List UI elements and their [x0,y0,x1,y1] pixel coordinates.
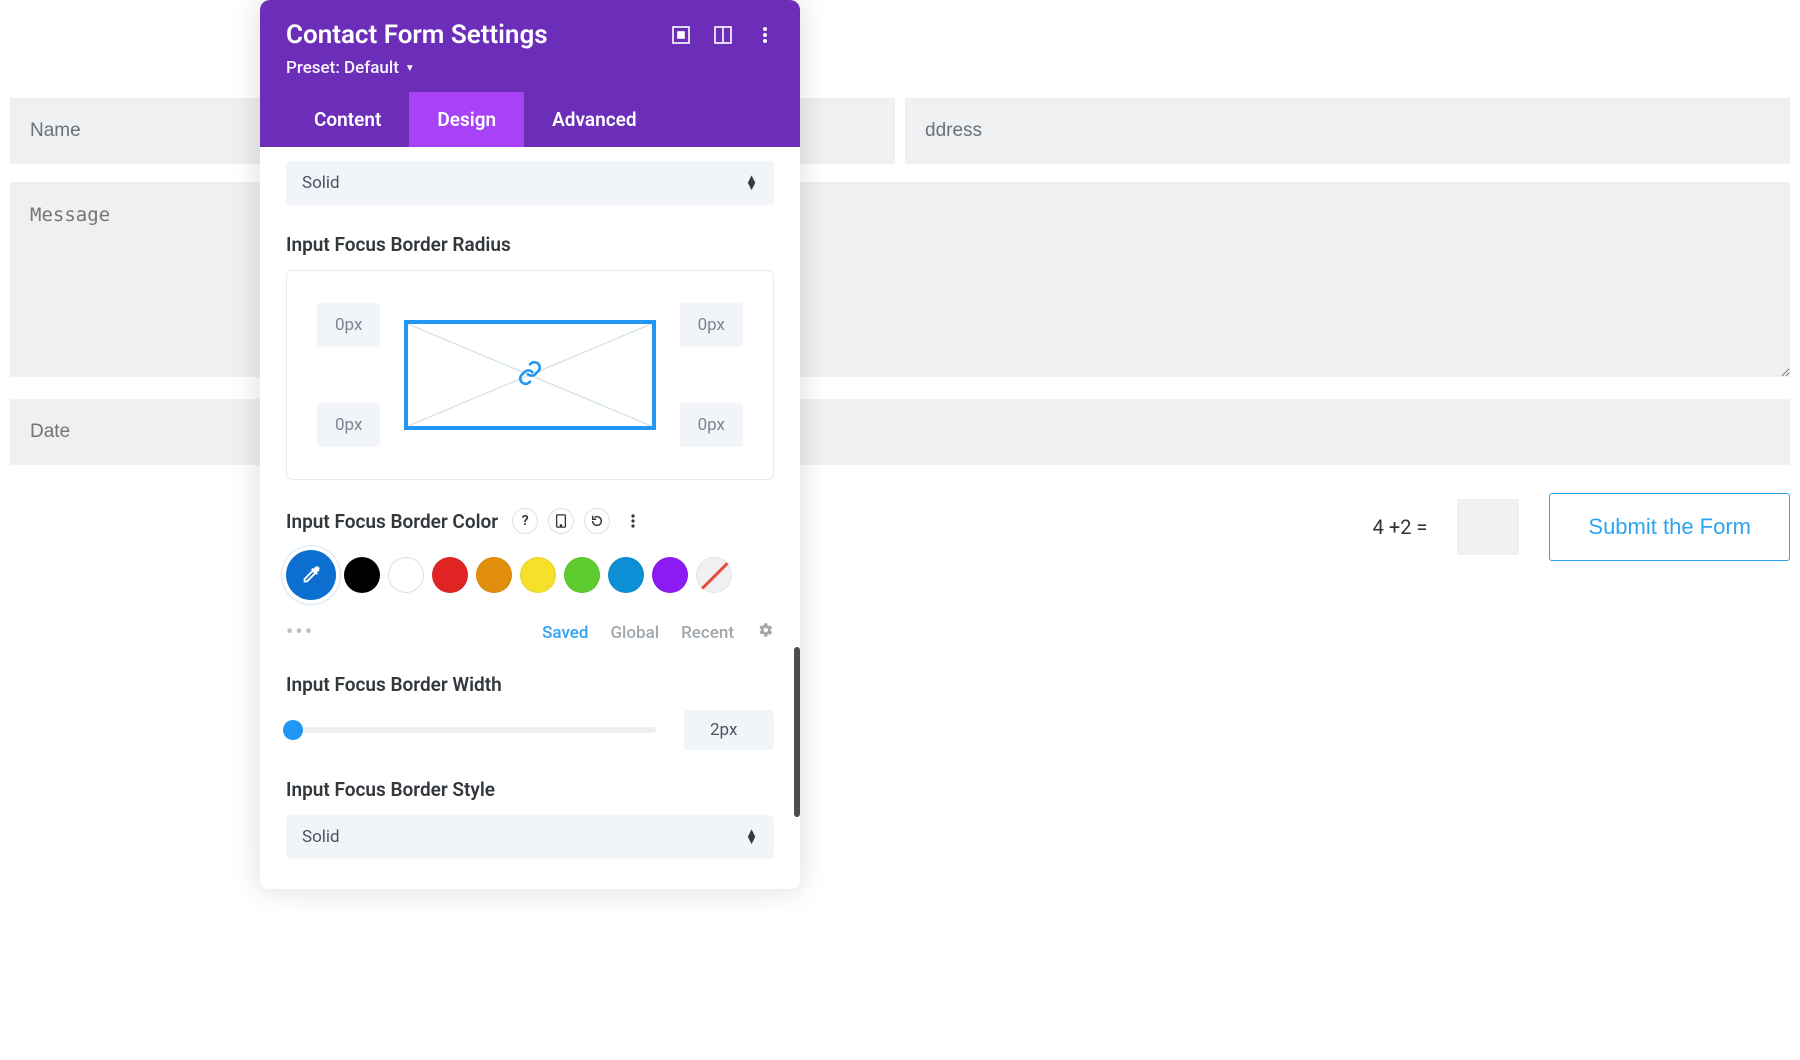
tab-design[interactable]: Design [409,92,524,147]
border-style-label: Input Focus Border Style [286,778,774,801]
scrollbar[interactable] [794,647,800,817]
more-icon[interactable] [756,26,774,44]
panel-header: Contact Form Settings Preset: Defau [260,0,800,147]
color-swatch[interactable] [476,557,512,593]
more-options-icon[interactable] [620,508,646,534]
radius-label: Input Focus Border Radius [286,233,774,256]
color-swatch[interactable] [520,557,556,593]
select-arrows-icon: ▲▼ [745,176,758,190]
eyedropper-swatch[interactable] [286,550,336,600]
border-style-select-top[interactable]: Solid ▲▼ [286,161,774,205]
color-swatch-none[interactable] [696,557,732,593]
panel-title: Contact Form Settings [286,20,548,50]
slider-thumb[interactable] [283,720,303,740]
border-radius-control: 0px 0px 0px 0px [286,270,774,480]
palette-tab-recent[interactable]: Recent [681,623,734,643]
tab-advanced[interactable]: Advanced [524,92,664,147]
radius-tr[interactable]: 0px [680,303,743,347]
tab-content[interactable]: Content [286,92,409,147]
captcha-label: 4 +2 = [1373,515,1428,539]
select-value: Solid [302,173,340,193]
radius-tl[interactable]: 0px [317,303,380,347]
settings-panel: Contact Form Settings Preset: Defau [260,0,800,889]
palette-more-icon[interactable]: ••• [286,620,314,645]
select-value: Solid [302,827,340,847]
submit-button[interactable]: Submit the Form [1549,493,1790,561]
preset-label: Preset: Default [286,58,399,78]
expand-icon[interactable] [672,26,690,44]
radius-br[interactable]: 0px [680,403,743,447]
select-arrows-icon: ▲▼ [745,830,758,844]
email-input[interactable] [905,98,1790,164]
border-width-label: Input Focus Border Width [286,673,774,696]
palette-tab-saved[interactable]: Saved [542,623,588,643]
chevron-down-icon: ▼ [405,63,415,74]
captcha-input[interactable] [1457,499,1519,555]
panel-body: Solid ▲▼ Input Focus Border Radius 0px 0… [260,147,800,889]
color-swatch[interactable] [608,557,644,593]
color-swatch[interactable] [564,557,600,593]
border-color-label: Input Focus Border Color ? [286,508,774,534]
columns-icon[interactable] [714,26,732,44]
border-width-slider[interactable] [286,727,656,733]
radius-bl[interactable]: 0px [317,403,380,447]
border-style-select[interactable]: Solid ▲▼ [286,815,774,859]
responsive-icon[interactable] [548,508,574,534]
help-icon[interactable]: ? [512,508,538,534]
color-swatch[interactable] [432,557,468,593]
reset-icon[interactable] [584,508,610,534]
border-width-value[interactable]: 2px [684,710,774,750]
gear-icon[interactable] [756,621,774,644]
color-swatch[interactable] [652,557,688,593]
color-swatches [286,550,774,600]
color-swatch[interactable] [344,557,380,593]
radius-preview[interactable] [404,320,655,430]
palette-tab-global[interactable]: Global [610,623,659,643]
color-swatch[interactable] [388,557,424,593]
link-icon [517,360,543,390]
preset-selector[interactable]: Preset: Default ▼ [286,58,774,78]
